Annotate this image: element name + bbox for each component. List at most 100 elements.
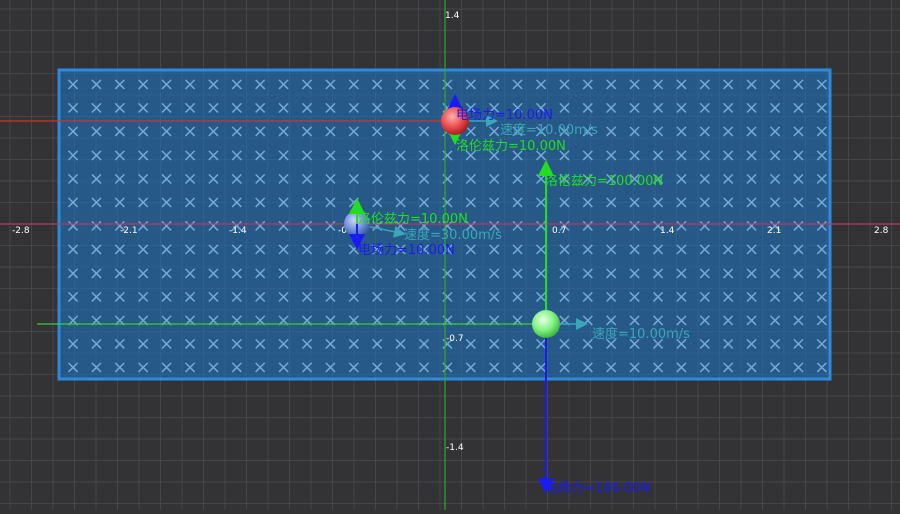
field-x-mark: ×: [533, 74, 548, 95]
field-x-mark: ×: [136, 145, 151, 166]
field-x-mark: ×: [299, 168, 314, 189]
electric-force-label: 电场力=10.00N: [456, 108, 553, 123]
field-x-mark: ×: [89, 334, 104, 355]
field-x-mark: ×: [206, 357, 221, 378]
field-x-mark: ×: [253, 168, 268, 189]
field-x-mark: ×: [206, 192, 221, 213]
field-x-mark: ×: [276, 192, 291, 213]
field-x-mark: ×: [627, 145, 642, 166]
field-x-mark: ×: [697, 286, 712, 307]
field-x-mark: ×: [112, 286, 127, 307]
field-x-mark: ×: [674, 168, 689, 189]
field-x-mark: ×: [182, 286, 197, 307]
field-x-mark: ×: [370, 74, 385, 95]
field-x-mark: ×: [112, 168, 127, 189]
field-x-mark: ×: [721, 168, 736, 189]
field-x-mark: ×: [487, 286, 502, 307]
field-x-mark: ×: [697, 145, 712, 166]
y-tick-label: -1.4: [446, 443, 464, 453]
field-x-mark: ×: [650, 263, 665, 284]
field-x-mark: ×: [791, 74, 806, 95]
field-x-mark: ×: [557, 286, 572, 307]
field-x-mark: ×: [604, 357, 619, 378]
field-x-mark: ×: [112, 121, 127, 142]
field-x-mark: ×: [674, 74, 689, 95]
field-x-mark: ×: [791, 286, 806, 307]
field-x-mark: ×: [721, 74, 736, 95]
field-x-mark: ×: [323, 145, 338, 166]
field-x-mark: ×: [627, 98, 642, 119]
field-x-mark: ×: [814, 145, 829, 166]
field-x-mark: ×: [206, 145, 221, 166]
field-x-mark: ×: [487, 168, 502, 189]
field-x-mark: ×: [276, 286, 291, 307]
field-x-mark: ×: [814, 334, 829, 355]
field-x-mark: ×: [65, 310, 80, 331]
field-x-mark: ×: [346, 334, 361, 355]
field-x-mark: ×: [604, 216, 619, 237]
field-x-mark: ×: [416, 168, 431, 189]
particle-sphere[interactable]: [532, 310, 560, 338]
field-x-mark: ×: [510, 310, 525, 331]
field-x-mark: ×: [323, 121, 338, 142]
field-x-mark: ×: [323, 239, 338, 260]
field-x-mark: ×: [721, 263, 736, 284]
field-x-mark: ×: [580, 357, 595, 378]
field-x-mark: ×: [299, 192, 314, 213]
field-x-mark: ×: [487, 192, 502, 213]
field-x-mark: ×: [814, 239, 829, 260]
field-x-mark: ×: [557, 98, 572, 119]
field-x-mark: ×: [697, 121, 712, 142]
field-x-mark: ×: [182, 168, 197, 189]
simulation-canvas[interactable]: × × × × × × × × × × × × × × × × × × × × × × × × × × × × × × × × × × × × × × × ×…: [0, 0, 900, 510]
field-x-mark: ×: [697, 357, 712, 378]
field-x-mark: ×: [89, 98, 104, 119]
field-x-mark: ×: [416, 121, 431, 142]
lorentz-force-label: 洛伦兹力=10.00N: [358, 212, 468, 227]
field-x-mark: ×: [627, 74, 642, 95]
field-x-mark: ×: [627, 357, 642, 378]
field-x-mark: ×: [393, 263, 408, 284]
field-x-mark: ×: [721, 310, 736, 331]
field-x-mark: ×: [674, 357, 689, 378]
field-x-mark: ×: [721, 334, 736, 355]
field-x-mark: ×: [65, 286, 80, 307]
field-x-mark: ×: [276, 357, 291, 378]
field-x-mark: ×: [814, 121, 829, 142]
x-tick-label: 0.7: [552, 226, 566, 236]
field-x-mark: ×: [65, 263, 80, 284]
field-x-mark: ×: [627, 192, 642, 213]
field-x-mark: ×: [229, 168, 244, 189]
field-x-mark: ×: [182, 192, 197, 213]
field-x-mark: ×: [721, 98, 736, 119]
field-x-mark: ×: [346, 168, 361, 189]
field-x-mark: ×: [136, 192, 151, 213]
field-x-mark: ×: [721, 357, 736, 378]
field-x-mark: ×: [182, 357, 197, 378]
field-x-mark: ×: [440, 310, 455, 331]
field-x-mark: ×: [791, 168, 806, 189]
field-x-mark: ×: [229, 286, 244, 307]
field-x-mark: ×: [440, 145, 455, 166]
field-x-mark: ×: [580, 216, 595, 237]
field-x-mark: ×: [276, 168, 291, 189]
field-x-mark: ×: [206, 263, 221, 284]
x-tick-label: 1.4: [660, 226, 675, 236]
field-x-mark: ×: [136, 98, 151, 119]
field-x-mark: ×: [767, 121, 782, 142]
field-x-mark: ×: [253, 216, 268, 237]
field-x-mark: ×: [112, 334, 127, 355]
field-x-mark: ×: [557, 239, 572, 260]
field-x-mark: ×: [697, 168, 712, 189]
field-x-mark: ×: [346, 145, 361, 166]
field-x-mark: ×: [89, 192, 104, 213]
field-x-mark: ×: [89, 121, 104, 142]
field-x-mark: ×: [393, 145, 408, 166]
field-x-mark: ×: [650, 357, 665, 378]
x-tick-label: -1.4: [229, 226, 247, 236]
field-x-mark: ×: [721, 286, 736, 307]
field-x-mark: ×: [416, 74, 431, 95]
field-x-mark: ×: [650, 98, 665, 119]
field-x-mark: ×: [65, 74, 80, 95]
field-x-mark: ×: [487, 310, 502, 331]
